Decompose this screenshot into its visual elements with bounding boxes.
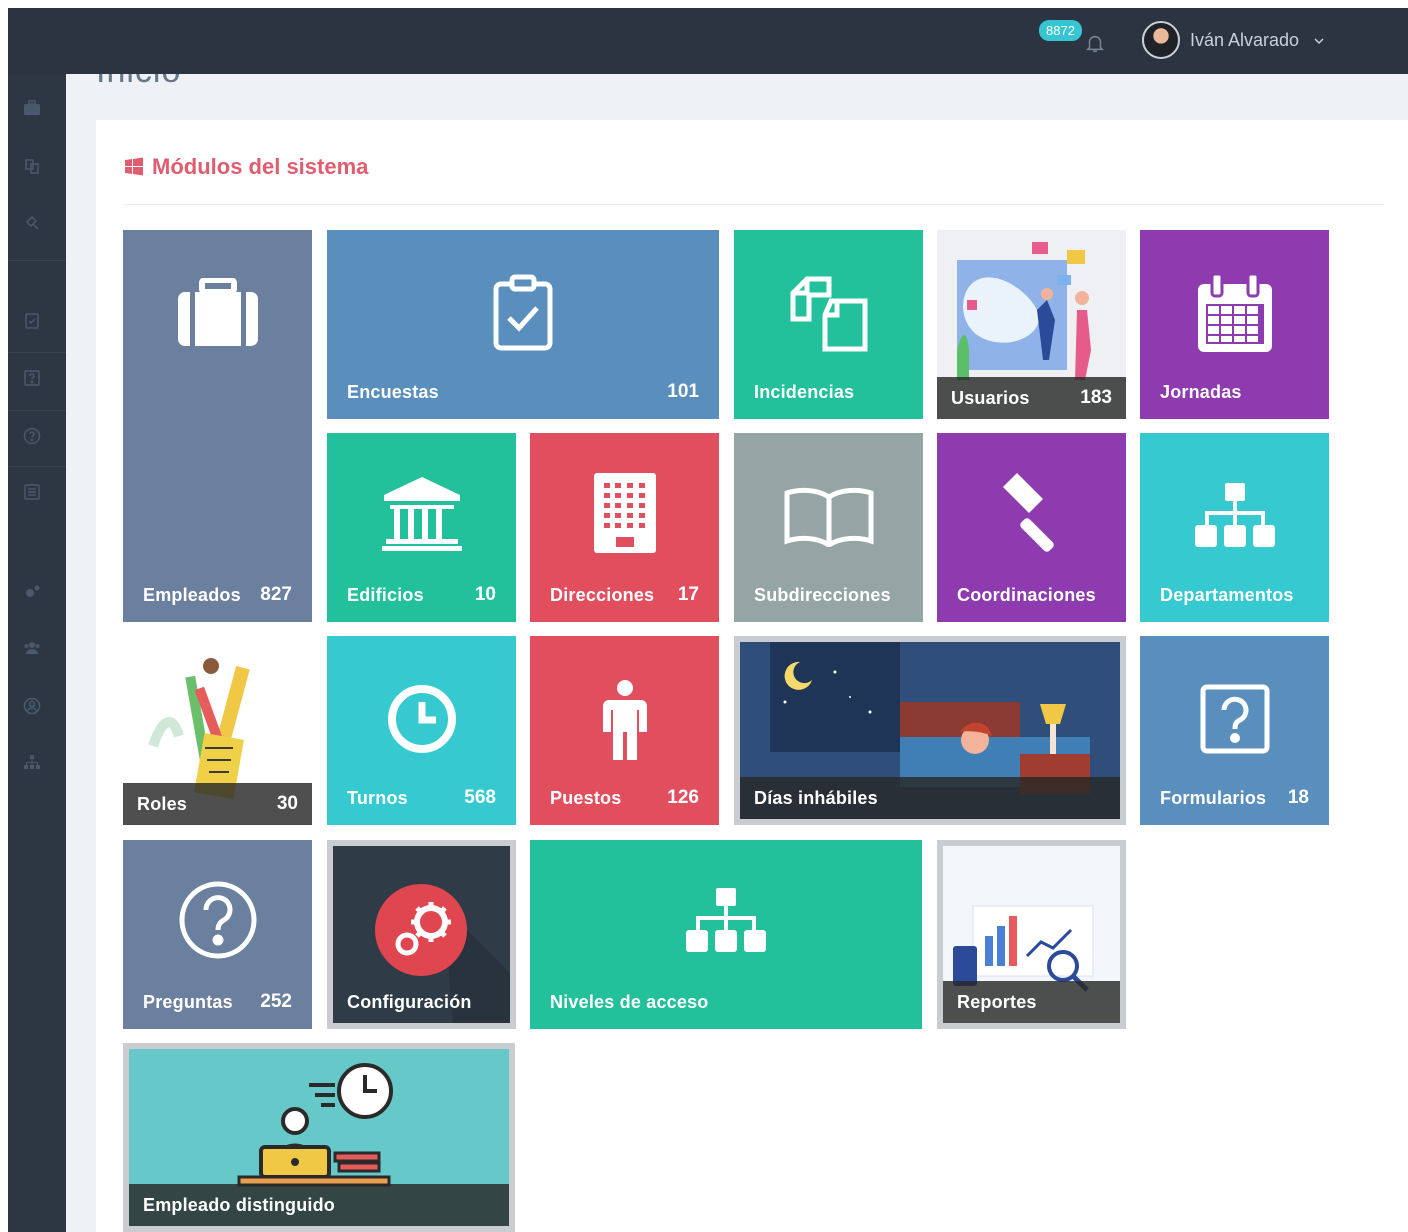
list-icon[interactable] — [20, 480, 44, 504]
tile-direcciones[interactable]: Direcciones 17 — [530, 433, 719, 622]
tile-empleados[interactable]: Empleados 827 — [123, 230, 312, 622]
tile-reportes[interactable]: Reportes — [937, 840, 1126, 1029]
sidebar — [8, 74, 66, 1232]
tile-preguntas[interactable]: Preguntas 252 — [123, 840, 312, 1029]
building-icon — [530, 473, 719, 553]
tile-roles[interactable]: Roles 30 — [123, 636, 312, 825]
question-square-icon — [1140, 684, 1329, 754]
tile-edificios[interactable]: Edificios 10 — [327, 433, 516, 622]
tile-count: 30 — [276, 793, 298, 814]
sitemap-icon — [530, 888, 922, 954]
tile-label: Edificios — [347, 585, 424, 605]
tile-label: Direcciones — [550, 585, 655, 605]
tile-encuestas[interactable]: Encuestas 101 — [327, 230, 719, 419]
sidebar-divider — [8, 410, 66, 411]
top-navbar: 8872 Iván Alvarado — [8, 8, 1408, 74]
sidebar-divider — [8, 352, 66, 353]
tile-count: 827 — [260, 584, 292, 605]
tile-departamentos[interactable]: Departamentos — [1140, 433, 1329, 622]
tile-label: Subdirecciones — [754, 585, 891, 605]
tile-label: Preguntas — [143, 992, 233, 1012]
sidebar-divider — [8, 466, 66, 467]
tile-count: 10 — [474, 584, 496, 605]
briefcase-icon[interactable] — [20, 96, 44, 120]
gears-icon[interactable] — [20, 580, 44, 604]
windows-icon — [125, 157, 143, 176]
tile-dias-inhabiles[interactable]: Días inhábiles — [734, 636, 1126, 825]
tile-empleado-distinguido[interactable]: Empleado distinguido — [123, 1043, 515, 1232]
modules-card: Módulos del sistema Empleados 827 Encues… — [96, 120, 1408, 1232]
tile-count: 183 — [1080, 387, 1112, 408]
tile-label: Empleados — [143, 585, 241, 605]
tile-count: 17 — [677, 584, 699, 605]
calendar-icon — [1140, 274, 1329, 352]
tile-label: Turnos — [347, 788, 408, 808]
tile-label: Niveles de acceso — [550, 992, 709, 1012]
tile-formularios[interactable]: Formularios 18 — [1140, 636, 1329, 825]
tile-label: Coordinaciones — [957, 585, 1096, 605]
user-name[interactable]: Iván Alvarado — [1190, 30, 1299, 51]
clipboard-check-icon[interactable] — [20, 308, 44, 332]
tile-label: Jornadas — [1160, 382, 1242, 402]
briefcase-icon — [123, 278, 312, 346]
gavel-icon[interactable] — [20, 210, 44, 234]
copy-icon[interactable] — [20, 154, 44, 178]
tile-label: Días inhábiles — [754, 788, 878, 808]
chevron-down-icon[interactable] — [1313, 34, 1325, 46]
tile-count: 126 — [667, 787, 699, 808]
tile-count: 101 — [667, 381, 699, 402]
gavel-icon — [937, 473, 1126, 555]
tile-subdirecciones[interactable]: Subdirecciones — [734, 433, 923, 622]
tile-label: Formularios — [1160, 788, 1267, 808]
tile-configuracion[interactable]: Configuración — [327, 840, 516, 1029]
tile-coordinaciones[interactable]: Coordinaciones — [937, 433, 1126, 622]
tile-label: Usuarios — [951, 388, 1030, 408]
book-open-icon — [734, 485, 923, 547]
tile-label: Departamentos — [1160, 585, 1294, 605]
app-window: 8872 Iván Alvarado Inicio Módulos del si… — [8, 8, 1408, 1232]
question-square-icon[interactable] — [20, 366, 44, 390]
tile-count: 18 — [1287, 787, 1309, 808]
notification-badge[interactable]: 8872 — [1039, 20, 1082, 41]
male-icon — [530, 680, 719, 760]
tile-turnos[interactable]: Turnos 568 — [327, 636, 516, 825]
bell-icon[interactable] — [1084, 32, 1106, 54]
tile-jornadas[interactable]: Jornadas — [1140, 230, 1329, 419]
question-circle-icon[interactable] — [20, 424, 44, 448]
tile-label: Configuración — [347, 992, 472, 1012]
sitemap-icon — [1140, 483, 1329, 549]
tile-label: Encuestas — [347, 382, 439, 402]
avatar[interactable] — [1142, 21, 1180, 59]
divider — [124, 204, 1384, 205]
sidebar-divider — [8, 260, 66, 261]
tile-label: Incidencias — [754, 382, 855, 402]
sitemap-icon[interactable] — [20, 750, 44, 774]
users-icon[interactable] — [20, 636, 44, 660]
clipboard-check-icon — [327, 274, 719, 352]
clock-icon — [327, 684, 516, 754]
section-title: Módulos del sistema — [124, 154, 368, 180]
copy-icon — [734, 276, 923, 352]
tile-label: Reportes — [957, 992, 1037, 1012]
tile-label: Empleado distinguido — [143, 1195, 335, 1215]
bank-icon — [327, 477, 516, 551]
user-circle-icon[interactable] — [20, 694, 44, 718]
section-title-text: Módulos del sistema — [152, 154, 369, 179]
tile-label: Roles — [137, 794, 188, 814]
tile-incidencias[interactable]: Incidencias — [734, 230, 923, 419]
question-circle-icon — [123, 880, 312, 960]
tile-count: 568 — [464, 787, 496, 808]
tile-niveles-acceso[interactable]: Niveles de acceso — [530, 840, 922, 1029]
tile-usuarios[interactable]: Usuarios 183 — [937, 230, 1126, 419]
tile-count: 252 — [260, 991, 292, 1012]
tile-puestos[interactable]: Puestos 126 — [530, 636, 719, 825]
tile-label: Puestos — [550, 788, 622, 808]
